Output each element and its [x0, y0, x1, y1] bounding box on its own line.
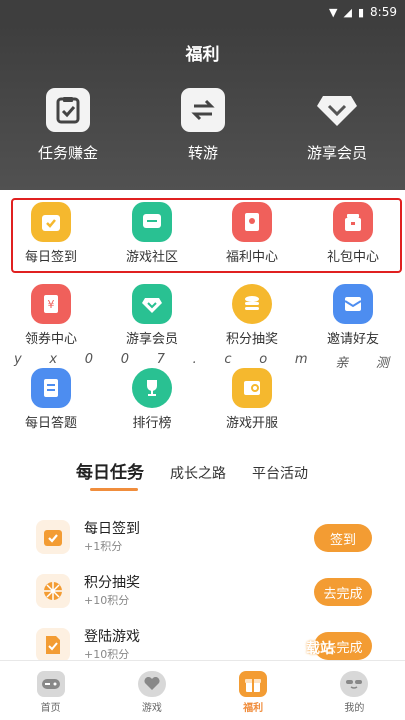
gamepad-icon	[36, 671, 65, 697]
tab-daily-tasks[interactable]: 每日任务	[76, 458, 144, 491]
grid-item-leaderboard[interactable]: 排行榜	[102, 368, 202, 431]
nav-item-home[interactable]: 首页	[0, 661, 101, 720]
task-reward: +10积分	[84, 594, 130, 607]
nav-label: 福利	[243, 703, 264, 714]
grid-item-label: 领券中心	[24, 332, 77, 347]
quiz-icon	[31, 368, 71, 408]
grid-item-daily-quiz[interactable]: 每日答题	[1, 368, 101, 431]
diamond-icon	[315, 88, 359, 132]
document-icon	[36, 628, 70, 662]
grid-item-label: 每日答题	[24, 416, 77, 431]
status-bar: ▼ ◢ ▮ 8:59	[0, 0, 405, 24]
top-action-label: 游享会员	[306, 144, 367, 162]
task-reward: +1积分	[84, 540, 123, 553]
task-title: 积分抽奖	[84, 575, 140, 591]
grid-item-label: 积分抽奖	[225, 332, 278, 347]
grid-item-points-lottery[interactable]: 积分抽奖	[202, 284, 302, 347]
grid-item-label: 每日签到	[24, 250, 77, 265]
tab-growth-path[interactable]: 成长之路	[170, 463, 226, 483]
calendar-check-icon	[36, 520, 70, 554]
coupon-icon: ¥	[31, 284, 71, 324]
top-action-transfer[interactable]: 转游	[143, 88, 263, 163]
gift-box-icon	[333, 202, 373, 242]
grid-item-label: 游享会员	[125, 332, 178, 347]
wheel-icon	[36, 574, 70, 608]
grid-item-new-servers[interactable]: 游戏开服	[202, 368, 302, 431]
red-envelope-icon	[232, 202, 272, 242]
svg-text:¥: ¥	[48, 298, 55, 311]
nav-label: 我的	[344, 703, 365, 714]
page-title: 福利	[185, 45, 220, 65]
signal-icon: ◢	[343, 5, 352, 19]
corner-watermark: 载站	[306, 641, 334, 657]
nav-label: 首页	[40, 703, 61, 714]
server-icon	[232, 368, 272, 408]
calendar-check-icon	[31, 202, 71, 242]
task-tabs: 每日任务 成长之路 平台活动	[76, 458, 334, 491]
top-action-label: 转游	[187, 144, 218, 162]
gift-icon	[239, 671, 268, 697]
grid-item-daily-checkin[interactable]: 每日签到	[1, 202, 101, 265]
nav-item-mine[interactable]: 我的	[304, 661, 405, 720]
checkin-button[interactable]: 签到	[314, 524, 372, 552]
heart-icon	[137, 671, 166, 697]
grid-item-label: 礼包中心	[326, 250, 379, 265]
grid-item-coupon-center[interactable]: ¥ 领券中心	[1, 284, 101, 347]
grid-item-label: 邀请好友	[326, 332, 379, 347]
task-title: 每日签到	[84, 521, 140, 537]
top-action-label: 任务赚金	[37, 144, 98, 162]
task-item: 每日签到 +1积分 签到	[36, 516, 372, 560]
grid-item-welfare-center[interactable]: 福利中心	[202, 202, 302, 265]
top-action-vip[interactable]: 游享会员	[277, 88, 397, 163]
grid-item-gift-center[interactable]: 礼包中心	[303, 202, 403, 265]
grid-item-label: 游戏开服	[225, 416, 278, 431]
swap-arrows-icon	[181, 88, 225, 132]
status-time: 8:59	[370, 5, 397, 19]
header: 福利 任务赚金 转游 游享会员	[0, 24, 405, 190]
trophy-icon	[132, 368, 172, 408]
grid-item-vip[interactable]: 游享会员	[102, 284, 202, 347]
bottom-nav: 首页 游戏 福利 我的	[0, 660, 405, 720]
top-action-task-earn[interactable]: 任务赚金	[8, 88, 128, 163]
chat-bubble-icon	[132, 202, 172, 242]
nav-item-welfare[interactable]: 福利	[203, 661, 304, 720]
task-title: 登陆游戏	[84, 629, 140, 645]
nav-item-games[interactable]: 游戏	[101, 661, 202, 720]
tab-platform-events[interactable]: 平台活动	[252, 463, 308, 483]
clipboard-check-icon	[46, 88, 90, 132]
face-icon	[340, 671, 369, 697]
task-item: 积分抽奖 +10积分 去完成	[36, 570, 372, 614]
envelope-icon	[333, 284, 373, 324]
coin-stack-icon	[232, 284, 272, 324]
nav-label: 游戏	[141, 703, 162, 714]
diamond-icon	[132, 284, 172, 324]
grid-item-invite-friends[interactable]: 邀请好友	[303, 284, 403, 347]
grid-item-label: 游戏社区	[125, 250, 178, 265]
complete-button[interactable]: 去完成	[314, 578, 372, 606]
grid-item-label: 福利中心	[225, 250, 278, 265]
grid-item-community[interactable]: 游戏社区	[102, 202, 202, 265]
grid-item-label: 排行榜	[132, 416, 172, 431]
wifi-icon: ▼	[329, 5, 338, 19]
battery-icon: ▮	[357, 5, 365, 19]
content-panel: 每日签到 游戏社区 福利中心 礼包中心 ¥ 领券中心 游享会员 积分抽奖 邀请好…	[0, 190, 405, 662]
